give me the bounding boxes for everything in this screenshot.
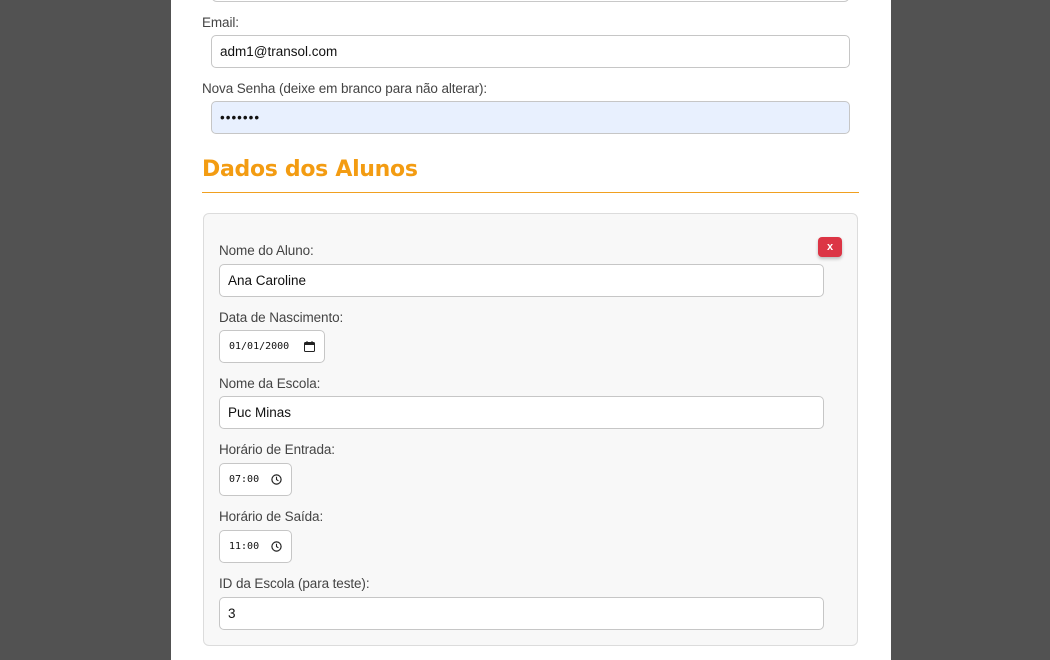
email-input[interactable]: adm1@transol.com [211,35,850,68]
birth-date-input[interactable]: 01/01/2000 [219,330,325,363]
school-id-label: ID da Escola (para teste): [219,576,370,591]
password-label: Nova Senha (deixe em branco para não alt… [202,81,488,96]
email-label: Email: [202,15,239,30]
clock-icon[interactable] [270,541,282,553]
previous-field-input[interactable] [211,0,850,2]
close-icon: x [826,241,834,253]
section-divider [202,192,859,193]
exit-time-input[interactable]: 11:00 [219,530,292,563]
birth-date-label: Data de Nascimento: [219,310,344,325]
school-name-label: Nome da Escola: [219,376,321,391]
school-name-value: Puc Minas [228,405,292,420]
entry-time-value: 07:00 [229,474,260,485]
calendar-icon[interactable] [303,341,315,353]
students-section-title: Dados dos Alunos [202,157,418,182]
school-name-input[interactable]: Puc Minas [219,396,824,429]
remove-student-button[interactable]: x [818,237,842,257]
exit-time-value: 11:00 [229,541,260,552]
school-id-input[interactable]: 3 [219,597,824,630]
birth-date-value: 01/01/2000 [229,341,290,352]
student-name-value: Ana Caroline [228,273,307,288]
clock-icon[interactable] [270,474,282,486]
school-id-value: 3 [228,606,236,621]
email-value: adm1@transol.com [220,44,338,59]
exit-time-label: Horário de Saída: [219,509,324,524]
student-name-input[interactable]: Ana Caroline [219,264,824,297]
edit-profile-form: Email: adm1@transol.com Nova Senha (deix… [171,0,891,660]
entry-time-label: Horário de Entrada: [219,442,335,457]
password-value: ••••••• [220,110,261,125]
entry-time-input[interactable]: 07:00 [219,463,292,496]
student-name-label: Nome do Aluno: [219,243,314,258]
password-input[interactable]: ••••••• [211,101,850,134]
